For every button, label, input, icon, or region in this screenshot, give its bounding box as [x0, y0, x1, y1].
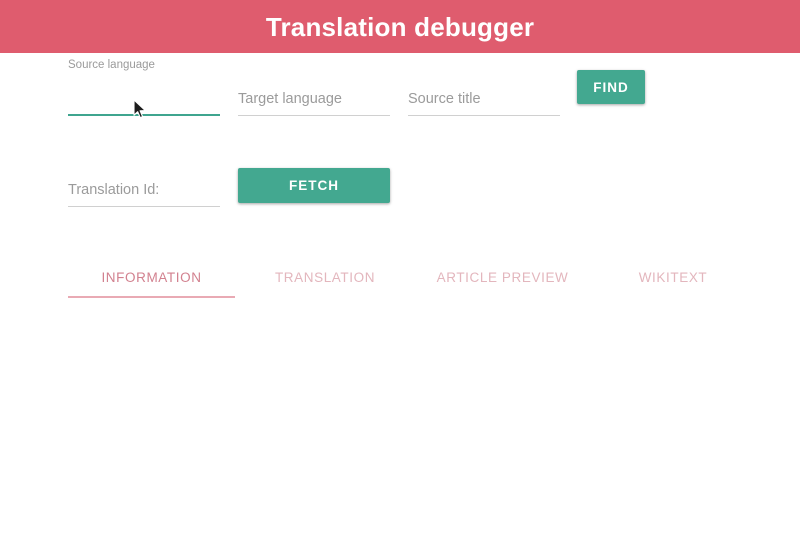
fetch-button[interactable]: FETCH [238, 168, 390, 203]
form-area: Source language FIND FETCH INFORMATION [0, 53, 800, 557]
source-language-input[interactable] [68, 90, 220, 108]
tab-article-preview[interactable]: ARTICLE PREVIEW [415, 256, 590, 298]
source-title-input[interactable] [408, 90, 560, 108]
tab-information-label: INFORMATION [101, 269, 202, 285]
tab-information[interactable]: INFORMATION [68, 256, 235, 298]
source-language-field[interactable]: Source language [68, 58, 220, 116]
translation-debugger-app: Translation debugger Source language FIN… [0, 0, 800, 557]
tab-panel-information [0, 303, 800, 557]
tab-wikitext[interactable]: WIKITEXT [608, 256, 738, 298]
source-language-underline [68, 114, 220, 116]
source-title-field[interactable] [408, 78, 560, 116]
tab-translation-label: TRANSLATION [274, 269, 376, 285]
app-header: Translation debugger [0, 0, 800, 53]
target-language-underline [238, 115, 390, 116]
page-title: Translation debugger [265, 11, 535, 42]
translation-id-input[interactable] [68, 181, 220, 199]
source-language-label: Source language [68, 59, 155, 71]
translation-id-underline [68, 206, 220, 207]
tab-bar: INFORMATION TRANSLATION ARTICLE PREVIEW … [68, 256, 768, 298]
tab-active-indicator [68, 296, 235, 298]
target-language-field[interactable] [238, 78, 390, 116]
target-language-input[interactable] [238, 90, 390, 108]
find-button[interactable]: FIND [577, 70, 645, 104]
tab-wikitext-label: WIKITEXT [638, 269, 708, 285]
tab-article-preview-label: ARTICLE PREVIEW [436, 269, 569, 285]
source-title-underline [408, 115, 560, 116]
tab-translation[interactable]: TRANSLATION [249, 256, 401, 298]
translation-id-field[interactable] [68, 173, 220, 207]
